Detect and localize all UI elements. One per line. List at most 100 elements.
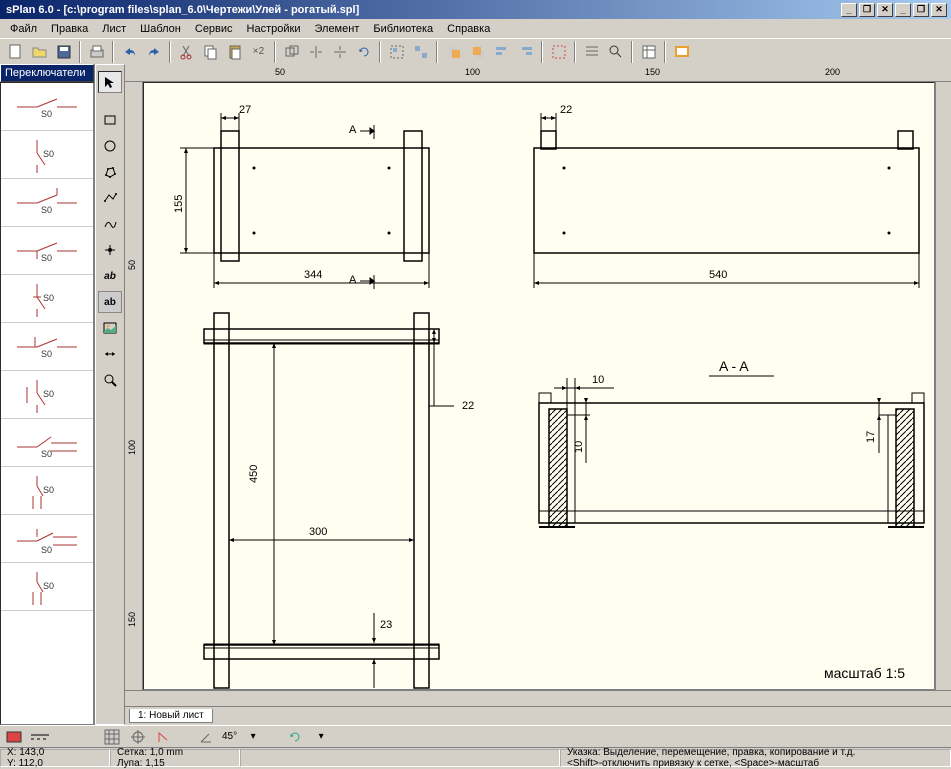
duplicate-button[interactable] <box>280 41 303 63</box>
menu-settings[interactable]: Настройки <box>241 21 307 37</box>
window-title: sPlan 6.0 - [c:\program files\splan_6.0\… <box>2 4 841 16</box>
status-coords: X: 143,0 Y: 112,0 <box>0 749 110 767</box>
bottom-toolbar: 45° ▾ ▾ <box>0 725 951 747</box>
svg-text:масштаб 1:5: масштаб 1:5 <box>824 665 905 681</box>
find-button[interactable] <box>604 41 627 63</box>
print-button[interactable] <box>85 41 108 63</box>
restore-button[interactable]: ❐ <box>913 3 929 17</box>
statusbar: X: 143,0 Y: 112,0 Сетка: 1,0 mm Лупа: 1,… <box>0 747 951 767</box>
undo-button[interactable] <box>118 41 141 63</box>
minimize-button[interactable]: _ <box>895 3 911 17</box>
poly-tool[interactable] <box>98 161 122 183</box>
zoom-tool[interactable] <box>98 369 122 391</box>
ruler-horizontal: 50 100 150 200 <box>125 64 951 82</box>
symbol-list[interactable]: S0 S0 S0 S0 S0 S0 S0 S0 S0 S0 S0 <box>0 82 94 725</box>
rect-tool[interactable] <box>98 109 122 131</box>
symbol-item[interactable]: S0 <box>1 563 93 611</box>
mdi-minimize-button[interactable]: _ <box>841 3 857 17</box>
symbol-item[interactable]: S0 <box>1 83 93 131</box>
align-button[interactable] <box>490 41 513 63</box>
save-button[interactable] <box>52 41 75 63</box>
linestyle-button[interactable] <box>30 728 50 746</box>
preview-button[interactable] <box>670 41 693 63</box>
dimension-tool[interactable] <box>98 343 122 365</box>
symbol-item[interactable]: S0 <box>1 275 93 323</box>
menu-edit[interactable]: Правка <box>45 21 94 37</box>
redo-button[interactable] <box>142 41 165 63</box>
svg-text:27: 27 <box>239 104 251 116</box>
grid-button[interactable] <box>102 728 122 746</box>
list-button[interactable] <box>580 41 603 63</box>
front-button[interactable] <box>442 41 465 63</box>
svg-text:17: 17 <box>865 431 877 443</box>
open-button[interactable] <box>28 41 51 63</box>
paste-button[interactable] <box>223 41 246 63</box>
snap-button[interactable] <box>547 41 570 63</box>
svg-text:155: 155 <box>173 195 185 213</box>
sheet-tab[interactable]: 1: Новый лист <box>129 709 213 723</box>
mirror-h-button[interactable] <box>304 41 327 63</box>
image-tool[interactable] <box>98 317 122 339</box>
svg-text:23: 23 <box>380 619 392 631</box>
angle-dropdown[interactable]: ▾ <box>243 728 263 746</box>
symbol-item[interactable]: S0 <box>1 419 93 467</box>
circle-tool[interactable] <box>98 135 122 157</box>
svg-text:A - A: A - A <box>719 358 749 374</box>
symbol-item[interactable]: S0 <box>1 515 93 563</box>
library-sidebar: Переключатели S0 S0 S0 S0 S0 S0 S0 S0 S0… <box>0 64 95 725</box>
status-hint: Указка: Выделение, перемещение, правка, … <box>560 749 951 767</box>
align2-button[interactable] <box>514 41 537 63</box>
drawing-canvas[interactable]: 27 155 344 A <box>143 82 935 690</box>
symbol-item[interactable]: S0 <box>1 467 93 515</box>
snap2-button[interactable] <box>128 728 148 746</box>
ruler-vertical: 50 100 150 <box>125 82 143 690</box>
sheet-tabbar: 1: Новый лист <box>125 706 951 725</box>
line-tool[interactable] <box>98 187 122 209</box>
titlebar: sPlan 6.0 - [c:\program files\splan_6.0\… <box>0 0 951 19</box>
ortho-button[interactable] <box>154 728 174 746</box>
node-tool[interactable] <box>98 239 122 261</box>
menu-template[interactable]: Шаблон <box>134 21 187 37</box>
label-tool[interactable]: ab <box>98 291 122 313</box>
svg-text:300: 300 <box>309 526 327 538</box>
cut-button[interactable] <box>175 41 198 63</box>
pointer-tool[interactable] <box>98 71 122 93</box>
refresh-dropdown[interactable]: ▾ <box>311 728 331 746</box>
menu-help[interactable]: Справка <box>441 21 496 37</box>
menu-file[interactable]: Файл <box>4 21 43 37</box>
rotate-button[interactable] <box>352 41 375 63</box>
status-spacer <box>240 749 560 767</box>
x2-button[interactable]: ×2 <box>247 41 270 63</box>
refresh-button[interactable] <box>285 728 305 746</box>
library-header[interactable]: Переключатели <box>0 64 94 82</box>
new-button[interactable] <box>4 41 27 63</box>
menu-library[interactable]: Библиотека <box>367 21 439 37</box>
scrollbar-vertical[interactable] <box>935 82 951 690</box>
back-button[interactable] <box>466 41 489 63</box>
symbol-item[interactable]: S0 <box>1 371 93 419</box>
menu-sheet[interactable]: Лист <box>96 21 132 37</box>
menu-service[interactable]: Сервис <box>189 21 239 37</box>
symbol-item[interactable]: S0 <box>1 323 93 371</box>
svg-text:A: A <box>349 274 357 286</box>
mdi-close-button[interactable]: ✕ <box>877 3 893 17</box>
text-tool[interactable]: ab <box>98 265 122 287</box>
curve-tool[interactable] <box>98 213 122 235</box>
group-button[interactable] <box>385 41 408 63</box>
symbol-item[interactable]: S0 <box>1 227 93 275</box>
svg-text:22: 22 <box>462 400 474 412</box>
svg-text:540: 540 <box>709 269 727 281</box>
color-button[interactable] <box>4 728 24 746</box>
mirror-v-button[interactable] <box>328 41 351 63</box>
mdi-restore-button[interactable]: ❐ <box>859 3 875 17</box>
ungroup-button[interactable] <box>409 41 432 63</box>
symbol-item[interactable]: S0 <box>1 131 93 179</box>
props-button[interactable] <box>637 41 660 63</box>
status-grid: Сетка: 1,0 mm Лупа: 1,15 <box>110 749 240 767</box>
symbol-item[interactable]: S0 <box>1 179 93 227</box>
copy-button[interactable] <box>199 41 222 63</box>
scrollbar-horizontal[interactable] <box>125 690 951 706</box>
angle-icon <box>196 728 216 746</box>
menu-element[interactable]: Элемент <box>308 21 365 37</box>
close-button[interactable]: ✕ <box>931 3 947 17</box>
